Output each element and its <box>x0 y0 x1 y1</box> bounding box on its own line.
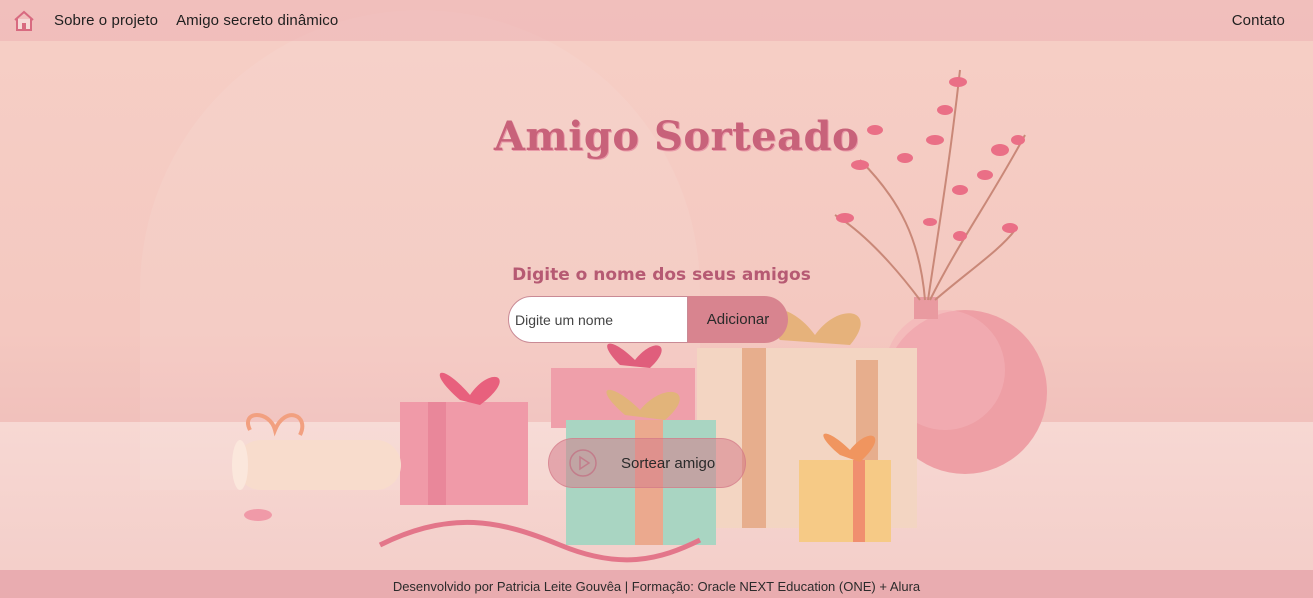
draw-button-label: Sortear amigo <box>621 454 716 472</box>
add-friend-form: Adicionar <box>508 296 788 343</box>
home-icon[interactable] <box>12 9 36 33</box>
add-button[interactable]: Adicionar <box>688 296 788 343</box>
input-subtitle: Digite o nome dos seus amigos <box>512 265 811 285</box>
wall-arch-decoration <box>140 10 700 490</box>
page-title: Amigo Sorteado <box>493 113 860 160</box>
nav-link-sobre[interactable]: Sobre o projeto <box>54 12 158 29</box>
draw-friend-button[interactable]: Sortear amigo <box>548 438 746 488</box>
nav-link-contato[interactable]: Contato <box>1232 12 1285 29</box>
footer-text: Desenvolvido por Patricia Leite Gouvêa |… <box>392 578 921 594</box>
page-footer: Desenvolvido por Patricia Leite Gouvêa |… <box>0 570 1313 598</box>
nav-link-amigo-secreto[interactable]: Amigo secreto dinâmico <box>176 12 338 29</box>
name-input[interactable] <box>508 296 688 343</box>
play-icon <box>569 449 597 477</box>
top-navbar: Sobre o projeto Amigo secreto dinâmico C… <box>0 0 1313 41</box>
